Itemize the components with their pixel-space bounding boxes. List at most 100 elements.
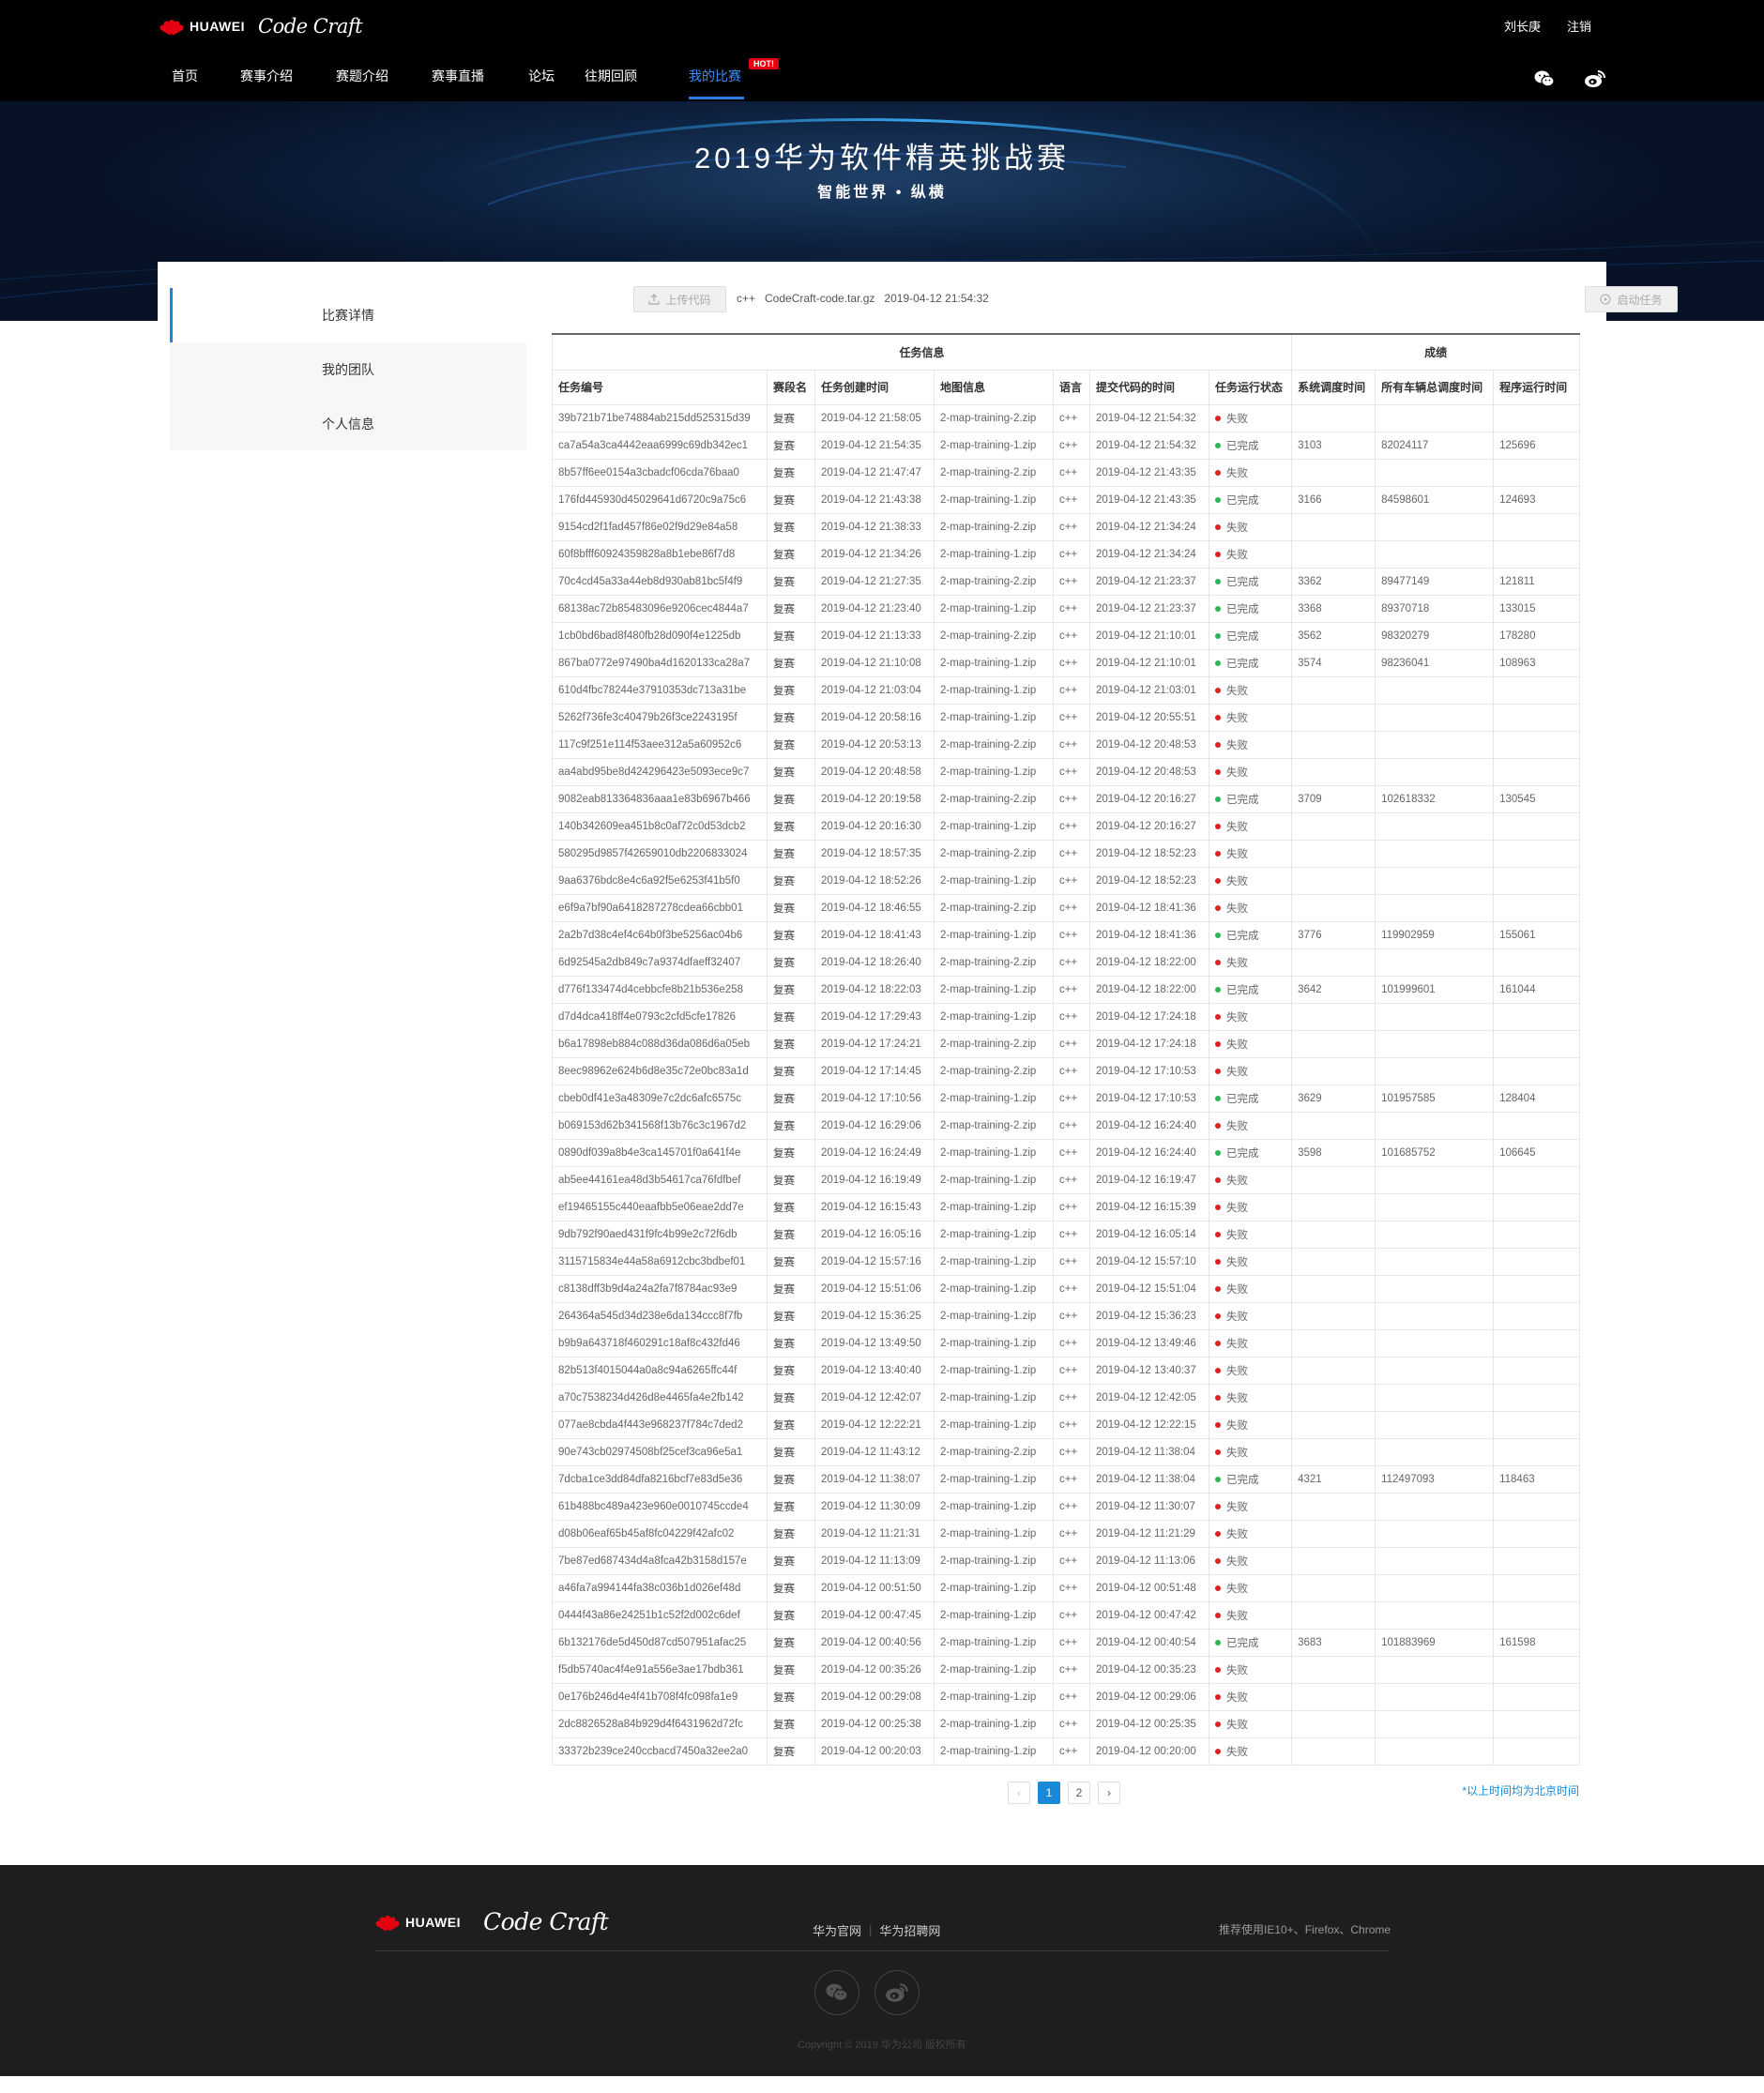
table-cell (1493, 811, 1581, 841)
table-cell: 2-map-training-2.zip (934, 1111, 1054, 1140)
footer-link-careers[interactable]: 华为招聘网 (879, 1921, 940, 1939)
table-cell: 0e176b246d4e4f41b708f4fc098fa1e9 (552, 1682, 768, 1711)
start-task-button[interactable]: 启动任务 (1585, 286, 1678, 312)
table-cell: c++ (1053, 512, 1090, 541)
table-cell: 2-map-training-1.zip (934, 920, 1054, 949)
table-row: cbeb0df41e3a48309e7c2dc6afc6575c 复赛 2019-0… (552, 1084, 1581, 1113)
page-1-button[interactable]: 1 (1038, 1782, 1060, 1804)
footer-link-huawei[interactable]: 华为官网 (813, 1921, 861, 1939)
table-row: f5db5740ac4f4e91a556e3ae17bdb361 复赛 2019-0… (552, 1655, 1581, 1684)
table-cell (1493, 1274, 1581, 1303)
table-cell: 2-map-training-2.zip (934, 458, 1054, 487)
table-cell: c++ (1053, 1274, 1090, 1303)
table-cell: 98236041 (1375, 648, 1495, 677)
brand-logo[interactable]: HUAWEI Code Craft (159, 13, 363, 39)
table-cell: 82b513f4015044a0a8c94a6265ffc44f (552, 1356, 768, 1385)
table-row: 7be87ed687434d4a8fca42b3158d157e 复赛 2019-0… (552, 1546, 1581, 1575)
status-label: 失败 (1226, 685, 1248, 697)
nav-review[interactable]: 往期回顾 (585, 64, 689, 101)
top-header: HUAWEI Code Craft 刘长庚 注销 首页 赛事介绍 赛题介绍 赛事… (0, 0, 1764, 101)
next-page-button[interactable]: › (1098, 1782, 1120, 1804)
table-row: 60f8bfff60924359828a8b1ebe86f7d8 复赛 2019-0… (552, 539, 1581, 569)
table-cell: c++ (1053, 784, 1090, 813)
status-label: 失败 (1226, 1691, 1248, 1704)
table-cell (1375, 1192, 1495, 1221)
table-cell (1291, 1600, 1376, 1630)
weibo-icon[interactable] (1584, 68, 1606, 90)
table-cell (1375, 1328, 1495, 1357)
table-cell: 133015 (1493, 594, 1581, 623)
table-cell: 3115715834e44a58a6912cbc3bdbef01 (552, 1247, 768, 1276)
table-cell (1291, 866, 1376, 895)
footer-wechat-icon[interactable] (814, 1970, 859, 2015)
sidebar-item-my-team[interactable]: 我的团队 (170, 342, 526, 397)
table-cell (1375, 1220, 1495, 1249)
wechat-icon[interactable] (1533, 68, 1556, 90)
logout-link[interactable]: 注销 (1567, 17, 1591, 35)
user-name-link[interactable]: 刘长庚 (1504, 17, 1541, 35)
sidebar-item-contest-detail[interactable]: 比赛详情 (170, 288, 526, 342)
table-cell (1493, 1546, 1581, 1575)
table-cell: 101957585 (1375, 1084, 1495, 1113)
table-cell (1493, 539, 1581, 569)
table-cell (1291, 1546, 1376, 1575)
table-cell: 2019-04-12 21:34:24 (1089, 512, 1209, 541)
status-dot-icon (1215, 1422, 1221, 1429)
upload-icon (648, 294, 661, 305)
status-cell: 失败 (1208, 1002, 1293, 1031)
table-cell (1375, 1002, 1495, 1031)
table-cell: 2019-04-12 00:25:35 (1089, 1709, 1209, 1738)
toolbar: 上传代码 c++ CodeCraft-code.tar.gz 2019-04-1… (633, 286, 1678, 314)
play-circle-icon (1600, 294, 1611, 305)
table-cell: c8138dff3b9d4a24a2fa7f8784ac93e9 (552, 1274, 768, 1303)
banner-subtitle: 智能世界 • 纵横 (817, 185, 947, 201)
table-cell (1375, 948, 1495, 977)
table-cell (1291, 811, 1376, 841)
nav-live[interactable]: 赛事直播 (432, 64, 528, 101)
nav-forum[interactable]: 论坛 (528, 64, 585, 101)
table-row: aa4abd95be8d424296423e5093ece9c7 复赛 2019-0… (552, 757, 1581, 786)
nav-problem-intro[interactable]: 赛题介绍 (336, 64, 432, 101)
page-2-button[interactable]: 2 (1068, 1782, 1090, 1804)
table-cell (1291, 839, 1376, 868)
prev-page-button[interactable]: ‹ (1008, 1782, 1030, 1804)
footer-weibo-icon[interactable] (874, 1970, 920, 2015)
file-time: 2019-04-12 21:54:32 (884, 292, 989, 305)
table-cell (1493, 1573, 1581, 1602)
table-cell: c++ (1053, 431, 1090, 460)
status-cell: 失败 (1208, 1274, 1293, 1303)
table-cell: 复赛 (767, 1682, 815, 1711)
table-cell (1291, 757, 1376, 786)
table-row: 9082eab813364836aaa1e83b6967b466 复赛 2019-0… (552, 784, 1581, 813)
upload-code-button[interactable]: 上传代码 (633, 286, 726, 312)
sidebar: 比赛详情 我的团队 个人信息 (170, 288, 526, 450)
status-label: 失败 (1226, 848, 1248, 860)
nav-home[interactable]: 首页 (172, 64, 240, 101)
table-cell (1493, 757, 1581, 786)
status-cell: 失败 (1208, 1383, 1293, 1412)
table-cell: 3574 (1291, 648, 1376, 677)
table-cell (1291, 675, 1376, 705)
table-cell: 2019-04-12 21:10:01 (1089, 621, 1209, 650)
table-row: 7dcba1ce3dd84dfa8216bcf7e83d5e36 复赛 2019-0… (552, 1464, 1581, 1494)
user-area: 刘长庚 注销 (1504, 17, 1591, 35)
table-cell: 2019-04-12 21:23:40 (814, 594, 935, 623)
table-cell: 复赛 (767, 1247, 815, 1276)
column-header: 任务运行状态 (1208, 369, 1293, 405)
nav-my-contest[interactable]: 我的比赛 HOT! (689, 58, 779, 101)
table-cell: ca7a54a3ca4442eaa6999c69db342ec1 (552, 431, 768, 460)
footer-brand[interactable]: HUAWEI Code Craft (374, 1908, 609, 1935)
table-cell: 2019-04-12 11:21:29 (1089, 1519, 1209, 1548)
nav-my-contest-label: 我的比赛 (689, 68, 741, 83)
table-cell: 4321 (1291, 1464, 1376, 1494)
column-header: 所有车辆总调度时间 (1375, 369, 1495, 405)
table-cell: c++ (1053, 920, 1090, 949)
table-cell: 2019-04-12 00:51:50 (814, 1573, 935, 1602)
sidebar-item-personal-info[interactable]: 个人信息 (170, 397, 526, 451)
nav-event-intro[interactable]: 赛事介绍 (240, 64, 336, 101)
table-cell: 2019-04-12 00:20:03 (814, 1737, 935, 1766)
table-cell: c++ (1053, 539, 1090, 569)
table-cell: 3166 (1291, 485, 1376, 514)
table-cell (1375, 1165, 1495, 1194)
table-cell (1493, 1682, 1581, 1711)
